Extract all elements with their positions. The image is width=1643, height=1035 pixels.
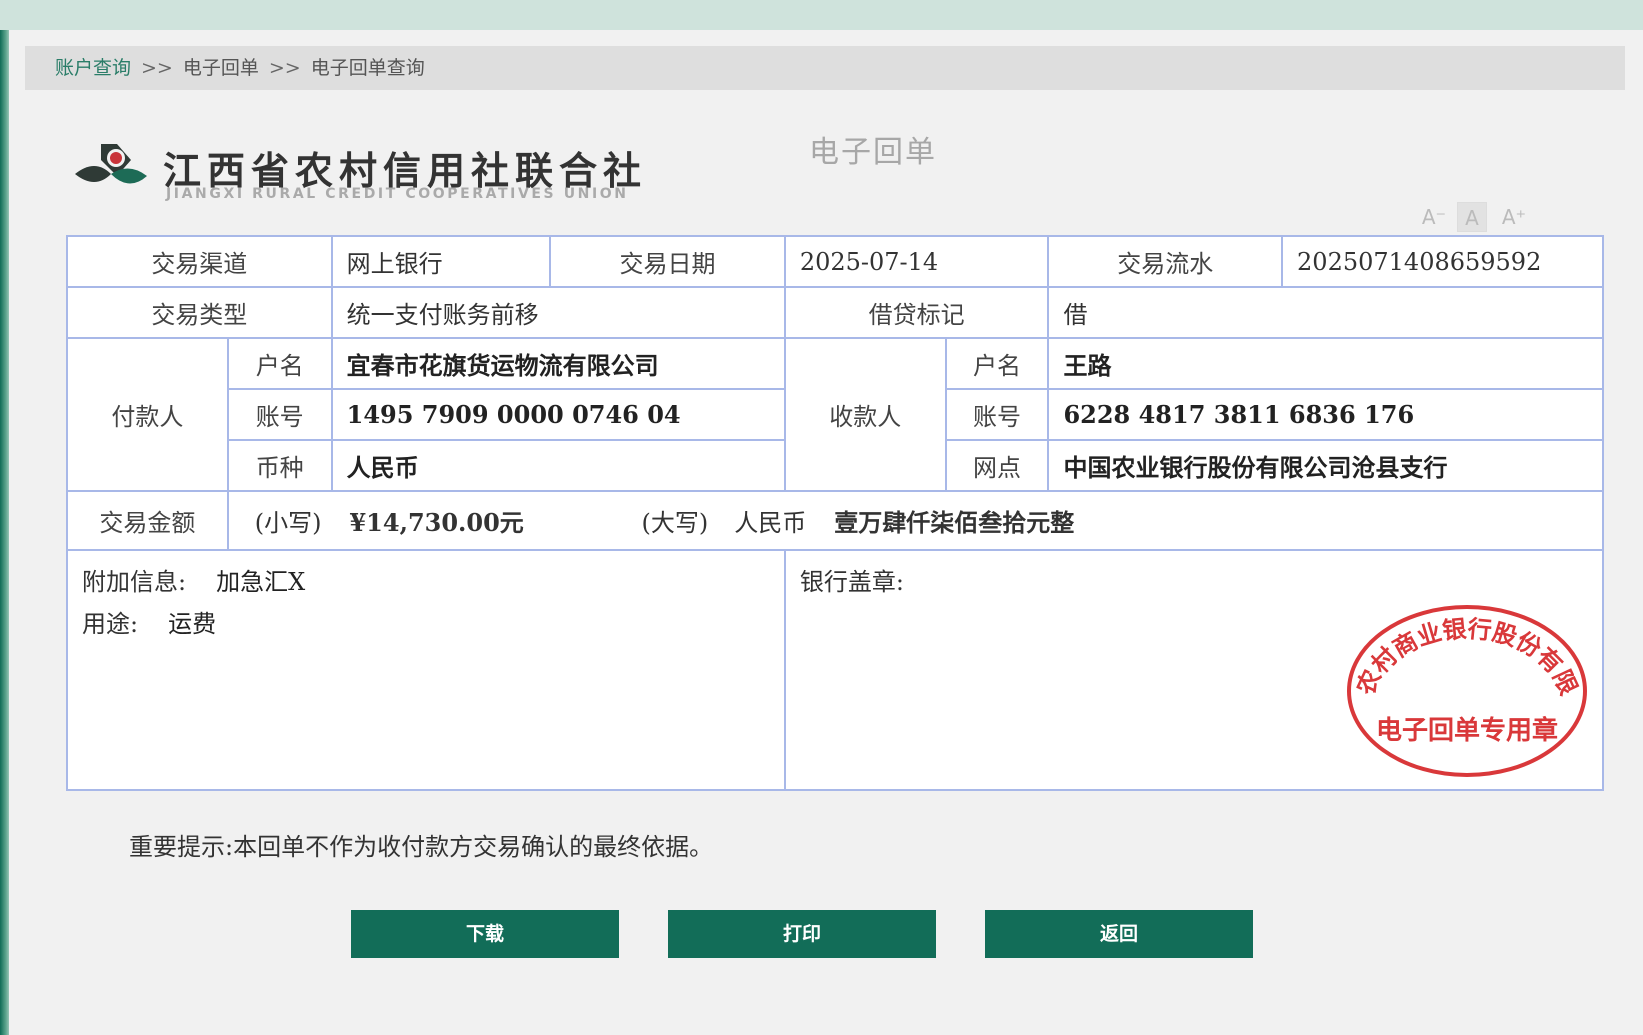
payer-currency-label: 币种 bbox=[226, 439, 333, 492]
breadcrumb-separator: >> bbox=[141, 57, 173, 79]
payee-branch-label: 网点 bbox=[944, 439, 1050, 492]
payer-account-value: 1495 7909 0000 0746 04 bbox=[330, 388, 786, 441]
stamp-center-text: 电子回单专用章 bbox=[1376, 715, 1558, 746]
serial-label: 交易流水 bbox=[1047, 235, 1284, 288]
breadcrumb-e-receipt-query: 电子回单查询 bbox=[310, 57, 425, 79]
payee-branch-value: 中国农业银行股份有限公司沧县支行 bbox=[1047, 439, 1604, 492]
bank-seal-stamp-icon: 宜春农村商业银行股份有限公司 电子回单专用章 bbox=[1342, 599, 1587, 777]
serial-value: 2025071408659592 bbox=[1281, 235, 1604, 288]
rural-credit-logo-icon bbox=[75, 144, 147, 184]
font-decrease-button[interactable]: A⁻ bbox=[1419, 202, 1449, 232]
document-title: 电子回单 bbox=[809, 135, 937, 170]
breadcrumb-account-query[interactable]: 账户查询 bbox=[55, 57, 131, 79]
table-row: 付款人 户名 宜春市花旗货运物流有限公司 收款人 户名 王路 bbox=[66, 337, 1604, 492]
main-panel: 账户查询 >> 电子回单 >> 电子回单查询 江西省农村信用社联合社 JIANGXI R… bbox=[9, 30, 1643, 1035]
amount-big-label: (大写) bbox=[641, 509, 709, 537]
payer-name-label: 户名 bbox=[226, 337, 333, 390]
receipt-table: 交易渠道 网上银行 交易日期 2025-07-14 交易流水 202507140… bbox=[66, 235, 1605, 791]
purpose-label: 用途: bbox=[82, 610, 139, 638]
svg-text:宜春农村商业银行股份有限公司: 宜春农村商业银行股份有限公司 bbox=[1342, 599, 1583, 700]
type-value: 统一支付账务前移 bbox=[330, 286, 786, 339]
table-row: 交易金额 (小写) ¥14,730.00元 (大写) 人民币 壹万肆仟柒佰叁拾元… bbox=[66, 490, 1605, 551]
logo-name-en: JIANGXI RURAL CREDIT COOPERATIVES UNION bbox=[166, 186, 629, 202]
payee-label: 收款人 bbox=[783, 337, 947, 492]
payer-account-label: 账号 bbox=[226, 388, 333, 441]
amount-cell: (小写) ¥14,730.00元 (大写) 人民币 壹万肆仟柒佰叁拾元整 bbox=[226, 490, 1605, 551]
payee-account-value: 6228 4817 3811 6836 176 bbox=[1047, 388, 1604, 441]
bank-stamp-cell: 银行盖章: 宜春农村商业银行股份有限公司 电子回单专用章 bbox=[783, 549, 1605, 791]
download-button[interactable]: 下载 bbox=[351, 910, 619, 958]
debit-credit-value: 借 bbox=[1047, 286, 1604, 339]
debit-credit-label: 借贷标记 bbox=[783, 286, 1050, 339]
type-label: 交易类型 bbox=[66, 286, 333, 339]
table-row: 交易类型 统一支付账务前移 借贷标记 借 bbox=[66, 286, 1604, 339]
date-value: 2025-07-14 bbox=[783, 235, 1050, 288]
logo: 江西省农村信用社联合社 JIANGXI RURAL CREDIT COOPERA… bbox=[71, 110, 731, 202]
payer-label: 付款人 bbox=[66, 337, 229, 492]
channel-value: 网上银行 bbox=[330, 235, 552, 288]
top-strip bbox=[0, 0, 1643, 30]
amount-big-value: 壹万肆仟柒佰叁拾元整 bbox=[834, 508, 1075, 537]
font-increase-button[interactable]: A⁺ bbox=[1499, 202, 1529, 232]
payee-name-label: 户名 bbox=[944, 337, 1050, 390]
amount-big-prefix: 人民币 bbox=[734, 509, 807, 537]
bank-stamp-label: 银行盖章: bbox=[799, 568, 904, 596]
channel-label: 交易渠道 bbox=[66, 235, 333, 288]
amount-label: 交易金额 bbox=[66, 490, 229, 551]
payer-name-value: 宜春市花旗货运物流有限公司 bbox=[330, 337, 786, 390]
amount-small-value: ¥14,730.00元 bbox=[349, 508, 524, 537]
print-button[interactable]: 打印 bbox=[668, 910, 936, 958]
breadcrumb-e-receipt: 电子回单 bbox=[182, 57, 259, 79]
payer-currency-value: 人民币 bbox=[330, 439, 786, 492]
stamp-ring-text: 宜春农村商业银行股份有限公司 bbox=[1342, 599, 1583, 700]
amount-small-label: (小写) bbox=[254, 509, 322, 537]
back-button[interactable]: 返回 bbox=[985, 910, 1253, 958]
important-tip: 重要提示:本回单不作为收付款方交易确认的最终依据。 bbox=[129, 833, 714, 861]
breadcrumb-separator: >> bbox=[268, 57, 301, 79]
table-row: 交易渠道 网上银行 交易日期 2025-07-14 交易流水 202507140… bbox=[66, 235, 1604, 288]
payee-account-label: 账号 bbox=[944, 388, 1050, 441]
extra-info-cell: 附加信息: 加急汇X 用途: 运费 bbox=[66, 549, 786, 791]
font-normal-button[interactable]: A bbox=[1457, 202, 1487, 232]
breadcrumb: 账户查询 >> 电子回单 >> 电子回单查询 bbox=[25, 46, 1625, 90]
extra-info-value: 加急汇X bbox=[216, 568, 306, 596]
purpose-value: 运费 bbox=[168, 610, 217, 638]
payee-name-value: 王路 bbox=[1047, 337, 1604, 390]
date-label: 交易日期 bbox=[549, 235, 786, 288]
extra-info-label: 附加信息: bbox=[82, 568, 187, 596]
table-row: 附加信息: 加急汇X 用途: 运费 银行盖章: 宜春农村商业银行股份有限公司 电子回… bbox=[66, 549, 1605, 791]
